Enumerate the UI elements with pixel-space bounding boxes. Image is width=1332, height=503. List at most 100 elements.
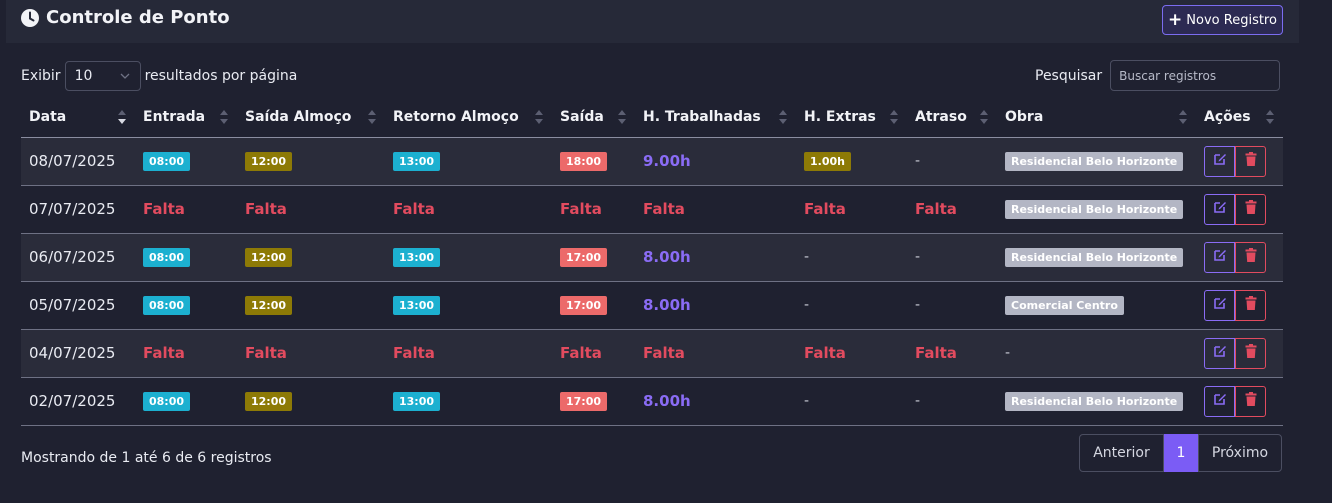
per-page-label: resultados por página xyxy=(144,68,298,84)
col-header-saida[interactable]: Saída xyxy=(552,98,635,138)
col-header-extras[interactable]: H. Extras xyxy=(796,98,907,138)
cell-extras: 1.00h xyxy=(796,137,907,186)
empty-value: - xyxy=(915,297,921,313)
cell-data: 05/07/2025 xyxy=(21,281,135,330)
cell-obra: Residencial Belo Horizonte xyxy=(997,185,1196,234)
col-header-entrada[interactable]: Entrada xyxy=(135,98,237,138)
row-actions xyxy=(1204,289,1283,321)
search-label: Pesquisar xyxy=(1035,67,1103,84)
cell-acoes xyxy=(1196,137,1283,186)
new-record-button[interactable]: + Novo Registro xyxy=(1162,5,1283,35)
col-header-saida-almoco[interactable]: Saída Almoço xyxy=(237,98,385,138)
delete-button[interactable] xyxy=(1235,145,1266,177)
plus-icon: + xyxy=(1168,9,1183,30)
edit-icon xyxy=(1213,296,1227,314)
cell-acoes xyxy=(1196,377,1283,426)
cell-obra: Residencial Belo Horizonte xyxy=(997,137,1196,186)
cell-obra: Residencial Belo Horizonte xyxy=(997,377,1196,426)
obra-badge: Residencial Belo Horizonte xyxy=(1005,247,1184,267)
row-actions xyxy=(1204,337,1283,369)
cell-saida: 18:00 xyxy=(552,137,635,186)
delete-button[interactable] xyxy=(1235,289,1266,321)
table-row: 08/07/2025 08:00 12:00 13:00 18:00 9.00h 1.00h… xyxy=(21,137,1283,186)
sort-icon xyxy=(1178,108,1188,126)
cell-acoes xyxy=(1196,281,1283,330)
next-page-button[interactable]: Próximo xyxy=(1198,434,1282,472)
date-value: 06/07/2025 xyxy=(29,248,116,266)
table-row: 05/07/2025 08:00 12:00 13:00 17:00 8.00h - - Com… xyxy=(21,281,1283,330)
sort-icon xyxy=(219,108,229,126)
obra-badge: Residencial Belo Horizonte xyxy=(1005,391,1184,411)
cell-retorno_almoco: 13:00 xyxy=(385,233,552,282)
date-value: 07/07/2025 xyxy=(29,200,116,218)
date-value: 02/07/2025 xyxy=(29,392,116,410)
delete-button[interactable] xyxy=(1235,385,1266,417)
col-header-retorno-almoco[interactable]: Retorno Almoço xyxy=(385,98,552,138)
edit-button[interactable] xyxy=(1204,241,1235,273)
table-row: 07/07/2025 Falta Falta Falta Falta Falta Falta… xyxy=(21,185,1283,234)
col-header-atraso[interactable]: Atraso xyxy=(907,98,997,138)
search-input[interactable] xyxy=(1110,60,1281,91)
edit-button[interactable] xyxy=(1204,145,1235,177)
absence-label: Falta xyxy=(245,200,287,218)
col-header-obra[interactable]: Obra xyxy=(997,98,1196,138)
delete-button[interactable] xyxy=(1235,241,1266,273)
edit-button[interactable] xyxy=(1204,337,1235,369)
retorno_almoco-badge: 13:00 xyxy=(393,247,441,267)
edit-icon xyxy=(1213,344,1227,362)
absence-label: Falta xyxy=(643,200,685,218)
date-value: 04/07/2025 xyxy=(29,344,116,362)
retorno_almoco-badge: 13:00 xyxy=(393,295,441,315)
page-header: Controle de Ponto + Novo Registro xyxy=(6,0,1299,43)
cell-acoes xyxy=(1196,233,1283,282)
cell-saida_almoco: 12:00 xyxy=(237,281,385,330)
row-actions xyxy=(1204,385,1283,417)
col-header-horas[interactable]: H. Trabalhadas xyxy=(635,98,796,138)
edit-button[interactable] xyxy=(1204,289,1235,321)
cell-horas: 8.00h xyxy=(635,233,796,282)
sort-icon xyxy=(1265,108,1275,126)
cell-saida: 17:00 xyxy=(552,281,635,330)
cell-horas: 8.00h xyxy=(635,377,796,426)
absence-label: Falta xyxy=(245,344,287,362)
delete-button[interactable] xyxy=(1235,337,1266,369)
cell-retorno_almoco: 13:00 xyxy=(385,137,552,186)
edit-button[interactable] xyxy=(1204,193,1235,225)
cell-horas: Falta xyxy=(635,329,796,378)
cell-retorno_almoco: 13:00 xyxy=(385,377,552,426)
saida_almoco-badge: 12:00 xyxy=(245,295,293,315)
empty-value: - xyxy=(915,393,921,409)
cell-extras: - xyxy=(796,377,907,426)
entrada-badge: 08:00 xyxy=(143,391,191,411)
cell-obra: Comercial Centro xyxy=(997,281,1196,330)
cell-retorno_almoco: Falta xyxy=(385,185,552,234)
page-size-select[interactable]: 10 xyxy=(64,61,141,91)
absence-label: Falta xyxy=(143,344,185,362)
row-actions xyxy=(1204,241,1283,273)
edit-button[interactable] xyxy=(1204,385,1235,417)
cell-atraso: - xyxy=(907,281,997,330)
col-header-data[interactable]: Data xyxy=(21,98,135,138)
row-actions xyxy=(1204,145,1283,177)
delete-button[interactable] xyxy=(1235,193,1266,225)
cell-data: 04/07/2025 xyxy=(21,329,135,378)
cell-retorno_almoco: 13:00 xyxy=(385,281,552,330)
trash-icon xyxy=(1245,248,1257,266)
sort-icon xyxy=(979,108,989,126)
sort-icon xyxy=(367,108,377,126)
cell-atraso: Falta xyxy=(907,185,997,234)
cell-saida: 17:00 xyxy=(552,233,635,282)
entrada-badge: 08:00 xyxy=(143,247,191,267)
trash-icon xyxy=(1245,344,1257,362)
cell-entrada: Falta xyxy=(135,185,237,234)
page-1-button[interactable]: 1 xyxy=(1164,434,1198,472)
cell-obra: Residencial Belo Horizonte xyxy=(997,233,1196,282)
absence-label: Falta xyxy=(915,200,957,218)
row-actions xyxy=(1204,193,1283,225)
retorno_almoco-badge: 13:00 xyxy=(393,151,441,171)
cell-atraso: - xyxy=(907,377,997,426)
page-title: Controle de Ponto xyxy=(20,7,230,28)
prev-page-button[interactable]: Anterior xyxy=(1079,434,1164,472)
cell-atraso: Falta xyxy=(907,329,997,378)
cell-acoes xyxy=(1196,329,1283,378)
